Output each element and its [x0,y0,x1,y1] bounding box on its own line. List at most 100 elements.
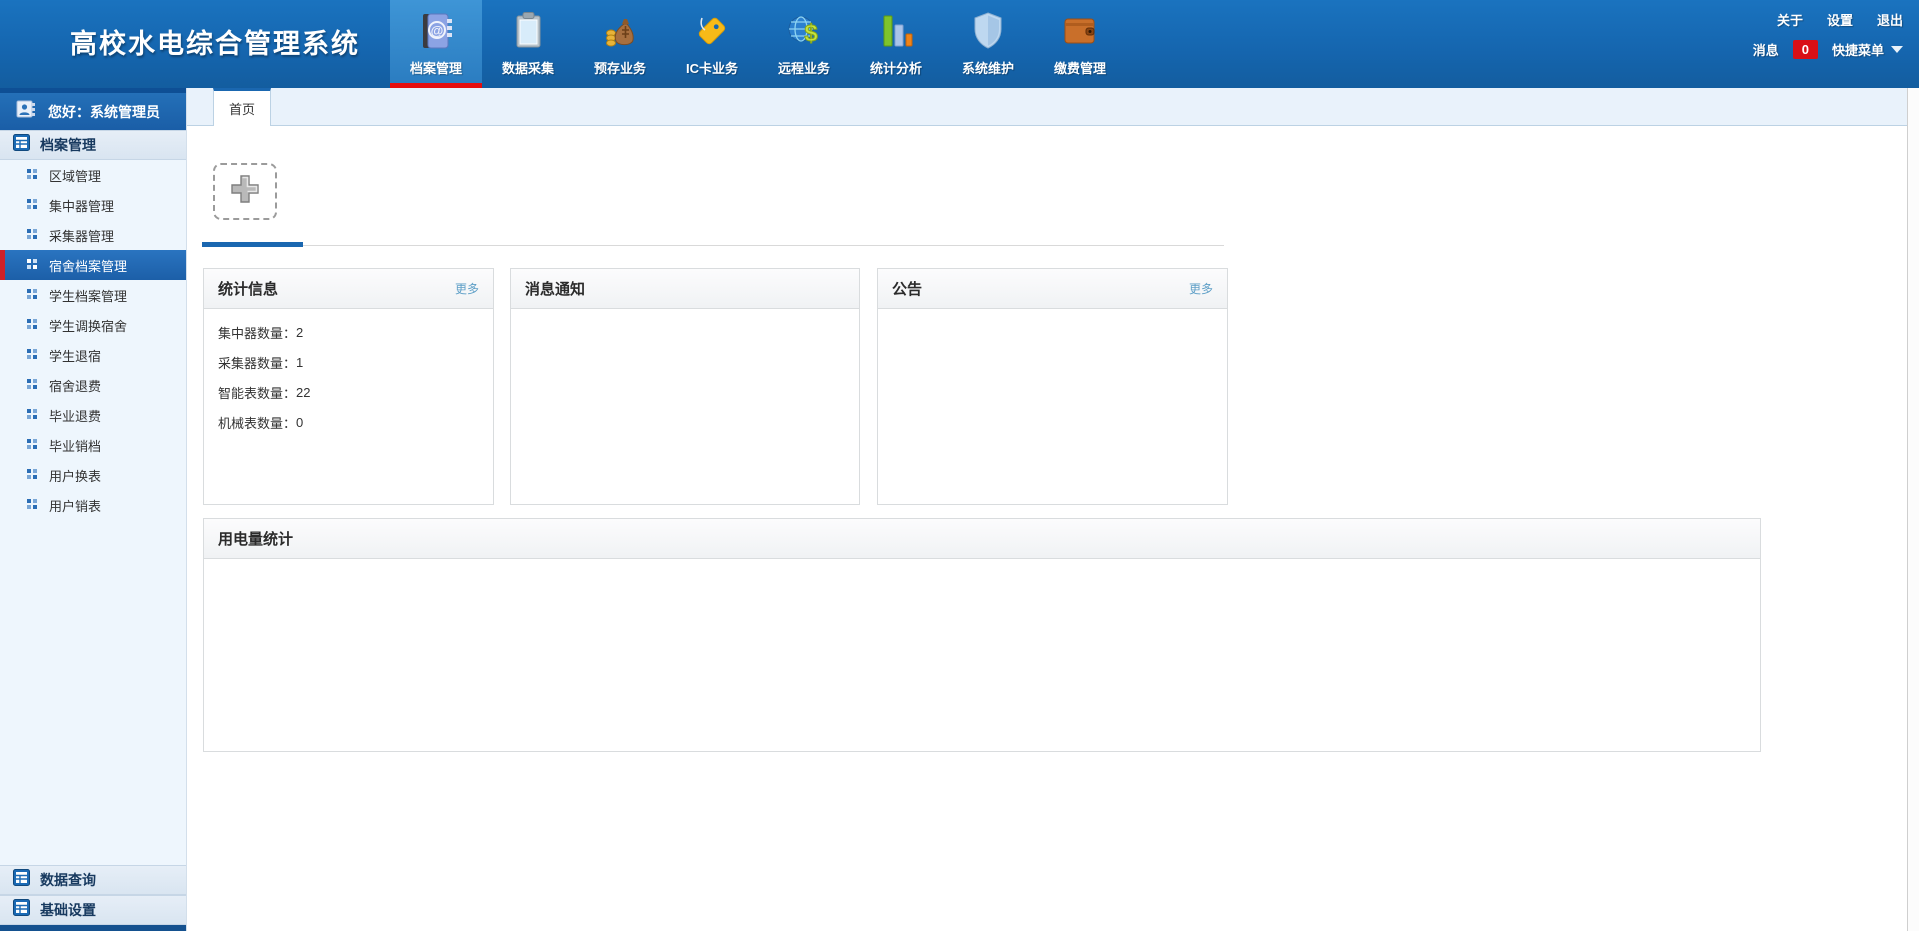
stat-colon: ： [283,383,296,402]
nav-label: IC卡业务 [686,58,738,77]
sidebar-item-label: 区域管理 [49,166,101,185]
squares-icon [27,466,37,484]
sidebar-section-data-query[interactable]: 数据查询 [0,865,186,895]
quick-menu-label: 快捷菜单 [1832,40,1884,59]
nav-item-remote[interactable]: $ 远程业务 [758,0,850,88]
nav-label: 预存业务 [594,58,646,77]
sidebar-item-collector-mgmt[interactable]: 采集器管理 [0,220,186,250]
announcement-card-body [878,309,1227,325]
sidebar-item-label: 学生档案管理 [49,286,127,305]
announcement-card-title: 公告 [892,278,922,299]
bar-chart-icon [874,8,918,54]
stat-value: 1 [296,355,303,370]
message-notice-card-title: 消息通知 [525,278,585,299]
stat-label: 采集器数量 [218,353,283,372]
sidebar-item-graduation-archive-del[interactable]: 毕业销档 [0,430,186,460]
message-notice-card: 消息通知 [510,268,860,505]
app-title: 高校水电综合管理系统 [70,22,360,61]
message-notice-card-header: 消息通知 [511,269,859,309]
squares-icon [27,166,37,184]
squares-icon [27,346,37,364]
globe-dollar-icon: $ [782,8,826,54]
add-shortcut-button[interactable] [213,163,277,220]
sidebar-item-user-meter-del[interactable]: 用户销表 [0,490,186,520]
squares-icon [27,256,37,274]
tag-icon [690,8,734,54]
sidebar-item-area-mgmt[interactable]: 区域管理 [0,160,186,190]
nav-label: 统计分析 [870,58,922,77]
scrollbar-gutter [1907,88,1919,931]
sidebar-section-basic-settings[interactable]: 基础设置 [0,895,186,925]
sidebar-item-label: 用户销表 [49,496,101,515]
nav-item-data-collect[interactable]: 数据采集 [482,0,574,88]
sidebar-item-student-swap-dorm[interactable]: 学生调换宿舍 [0,310,186,340]
announcement-more-link[interactable]: 更多 [1189,280,1213,297]
nav-item-archives[interactable]: @ 档案管理 [390,0,482,88]
tab-strip [187,88,1907,126]
money-bag-icon [598,8,642,54]
sidebar-item-label: 毕业退费 [49,406,101,425]
sidebar-item-label: 毕业销档 [49,436,101,455]
power-usage-card-title: 用电量统计 [218,528,293,549]
quick-menu-dropdown[interactable]: 快捷菜单 [1832,40,1903,59]
sidebar-bottom-sections: 数据查询 基础设置 [0,865,186,931]
sidebar-item-student-archives[interactable]: 学生档案管理 [0,280,186,310]
squares-icon [27,316,37,334]
main-nav: @ 档案管理 数据采集 预存业务 IC卡业务 $ 远程业务 [390,0,1126,88]
settings-link[interactable]: 设置 [1827,10,1853,29]
stat-value: 22 [296,385,310,400]
stats-more-link[interactable]: 更多 [455,280,479,297]
chevron-down-icon [1891,46,1903,53]
nav-item-maintenance[interactable]: 系统维护 [942,0,1034,88]
sidebar-section-label: 档案管理 [40,135,96,155]
sidebar-section-label: 数据查询 [40,870,96,890]
squares-icon [27,436,37,454]
address-book-icon: @ [414,8,458,54]
sidebar-item-label: 用户换表 [49,466,101,485]
stat-colon: ： [283,323,296,342]
stat-label: 智能表数量 [218,383,283,402]
messages-link[interactable]: 消息 [1753,40,1779,59]
nav-item-ic-card[interactable]: IC卡业务 [666,0,758,88]
sidebar-item-dorm-archives[interactable]: 宿舍档案管理 [0,250,186,280]
power-usage-card-body [204,559,1760,575]
stats-card-title: 统计信息 [218,278,278,299]
user-card-icon [16,100,36,123]
nav-item-statistics[interactable]: 统计分析 [850,0,942,88]
user-greeting: 您好：系统管理员 [48,102,160,122]
stats-card-body: 集中器数量：2 采集器数量：1 智能表数量：22 机械表数量：0 [204,309,493,445]
sidebar-section-archives[interactable]: 档案管理 [0,130,186,160]
message-row: 消息 0 快捷菜单 [1753,40,1903,59]
squares-icon [27,376,37,394]
nav-item-prepay[interactable]: 预存业务 [574,0,666,88]
sidebar-item-dorm-refund[interactable]: 宿舍退费 [0,370,186,400]
plus-icon [227,171,263,212]
logout-link[interactable]: 退出 [1877,10,1903,29]
svg-text:@: @ [431,23,444,38]
stats-card: 统计信息 更多 集中器数量：2 采集器数量：1 智能表数量：22 机械表数量：0 [203,268,494,505]
stat-colon: ： [283,413,296,432]
sidebar-item-user-meter-swap[interactable]: 用户换表 [0,460,186,490]
sidebar-item-label: 采集器管理 [49,226,114,245]
sidebar-item-label: 学生调换宿舍 [49,316,127,335]
stat-line-mechanical-meters: 机械表数量：0 [218,407,479,437]
squares-icon [27,196,37,214]
announcement-card: 公告 更多 [877,268,1228,505]
main-content: 首页 统计信息 更多 集中器数量：2 采集器数量：1 智能表数量：22 机械表数… [187,88,1919,931]
messages-count-badge: 0 [1793,40,1818,59]
squares-icon [27,406,37,424]
nav-label: 档案管理 [410,58,462,77]
about-link[interactable]: 关于 [1777,10,1803,29]
stat-colon: ： [283,353,296,372]
nav-item-payment[interactable]: 缴费管理 [1034,0,1126,88]
sidebar-item-graduation-refund[interactable]: 毕业退费 [0,400,186,430]
shortcut-divider-accent [202,242,303,247]
sidebar-section-label: 基础设置 [40,900,96,920]
sidebar-item-concentrator-mgmt[interactable]: 集中器管理 [0,190,186,220]
header-links: 关于 设置 退出 [1777,10,1903,29]
clipboard-icon [506,8,550,54]
tab-home[interactable]: 首页 [213,88,271,126]
shortcut-divider [202,245,1224,246]
svg-text:$: $ [804,20,818,47]
sidebar-item-student-checkout[interactable]: 学生退宿 [0,340,186,370]
